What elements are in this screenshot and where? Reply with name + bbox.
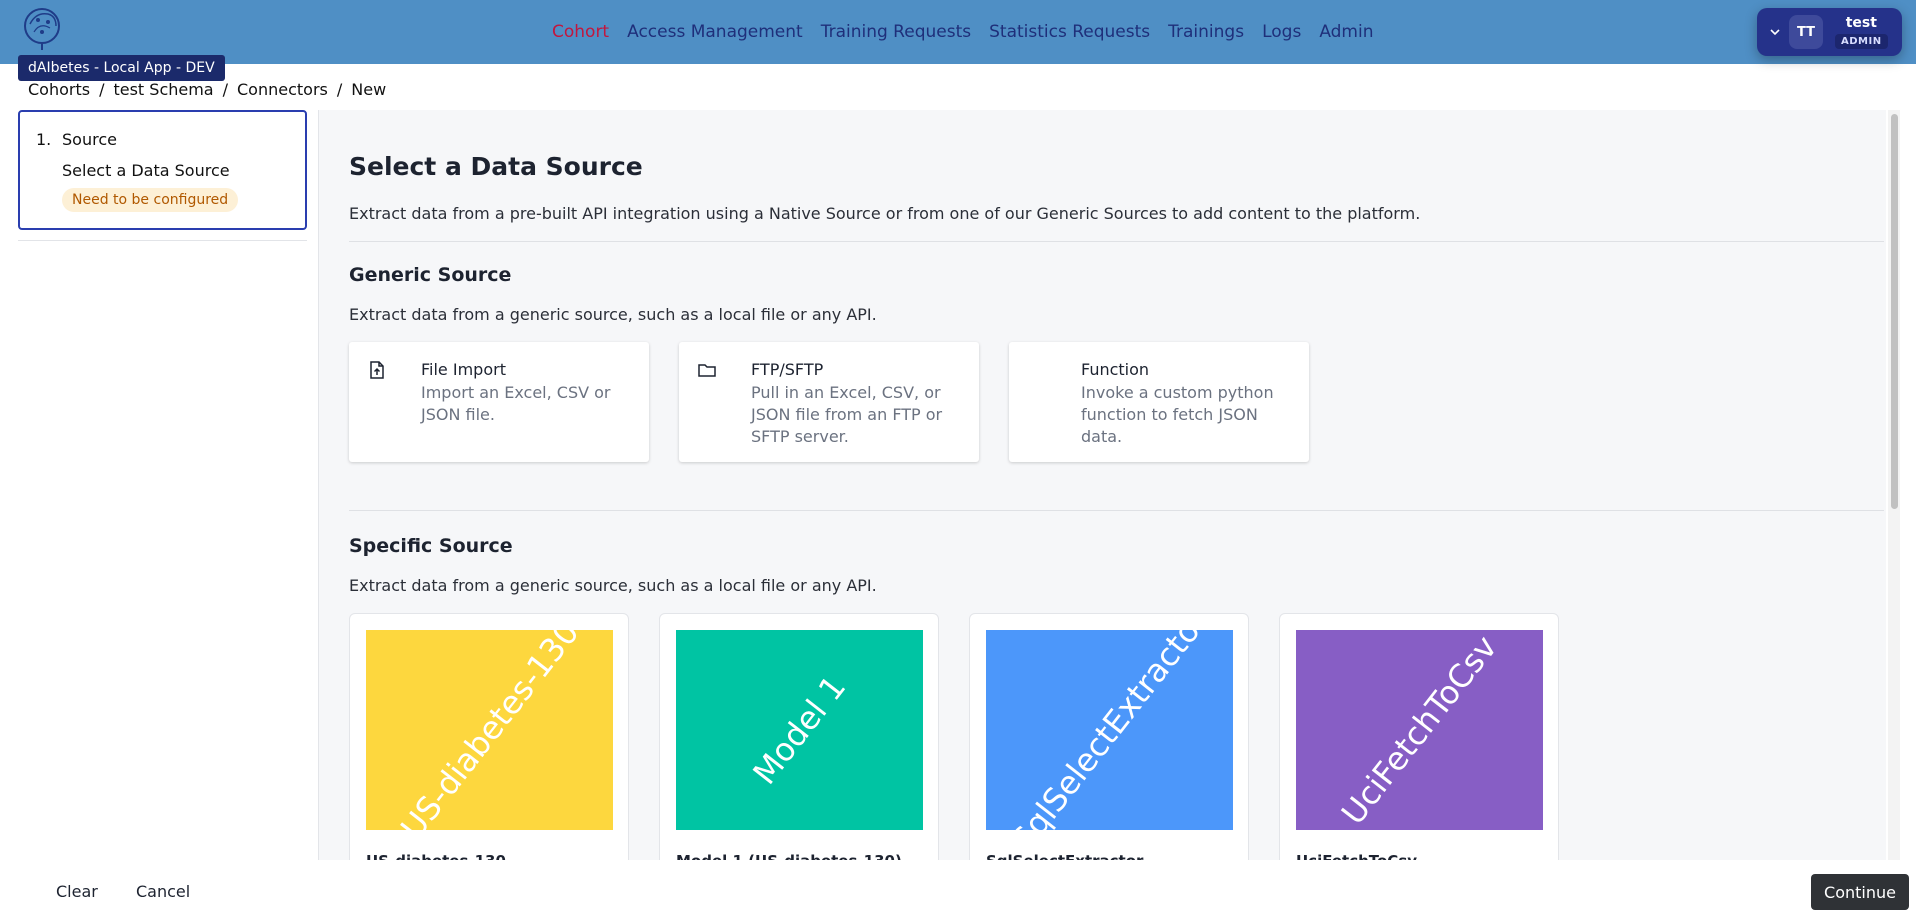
- user-menu[interactable]: TT test ADMIN: [1757, 8, 1902, 56]
- breadcrumb-separator: /: [99, 80, 105, 99]
- source-caption: Model 1 (US-diabetes-130): [676, 852, 902, 860]
- source-card-model-1[interactable]: Model 1 Model 1 (US-diabetes-130): [659, 613, 939, 860]
- daibetes-logo[interactable]: [20, 4, 72, 56]
- nav-access-management[interactable]: Access Management: [627, 22, 803, 42]
- source-tile: SqlSelectExtractor: [986, 630, 1233, 830]
- specific-source-subtitle: Extract data from a generic source, such…: [349, 576, 877, 595]
- generic-source-subtitle: Extract data from a generic source, such…: [349, 305, 877, 324]
- bottom-action-bar: [0, 860, 1916, 915]
- nav-statistics-requests[interactable]: Statistics Requests: [989, 22, 1150, 42]
- user-name: test: [1845, 15, 1877, 31]
- nav-logs[interactable]: Logs: [1262, 22, 1301, 42]
- avatar: TT: [1789, 15, 1823, 49]
- role-badge: ADMIN: [1835, 34, 1888, 49]
- main-scrollbar-thumb[interactable]: [1891, 114, 1898, 509]
- tile-label: SqlSelectExtractor: [1003, 630, 1216, 830]
- step-title: Source: [62, 130, 117, 149]
- step-subtitle: Select a Data Source: [62, 161, 230, 180]
- user-meta: test ADMIN: [1835, 15, 1888, 49]
- page-description: Extract data from a pre-built API integr…: [349, 204, 1421, 223]
- card-title: File Import: [421, 360, 506, 379]
- source-tile: Model 1: [676, 630, 923, 830]
- section-divider: [349, 510, 1884, 511]
- nav-training-requests[interactable]: Training Requests: [821, 22, 971, 42]
- tile-label: UciFetchToCsv: [1334, 630, 1505, 830]
- cancel-button[interactable]: Cancel: [136, 882, 190, 901]
- nav-cohort[interactable]: Cohort: [552, 22, 609, 42]
- top-navigation-bar: Cohort Access Management Training Reques…: [0, 0, 1916, 64]
- step-header: 1. Source: [36, 130, 305, 149]
- main-panel: Select a Data Source Extract data from a…: [318, 110, 1886, 860]
- step-source[interactable]: 1. Source Select a Data Source Need to b…: [18, 110, 307, 230]
- breadcrumb-separator: /: [336, 80, 343, 99]
- card-description: Pull in an Excel, CSV, or JSON file from…: [751, 383, 943, 446]
- breadcrumb-connectors[interactable]: Connectors: [237, 80, 328, 99]
- source-card-sqlselectextractor[interactable]: SqlSelectExtractor SqlSelectExtractor: [969, 613, 1249, 860]
- chevron-down-icon: [1770, 29, 1780, 36]
- breadcrumb: Cohorts / test Schema / Connectors / New: [28, 80, 386, 99]
- section-divider: [349, 241, 1884, 242]
- continue-button[interactable]: Continue: [1811, 874, 1909, 910]
- nav-admin[interactable]: Admin: [1319, 22, 1373, 42]
- tile-label: US-diabetes-130: [392, 630, 587, 830]
- specific-source-heading: Specific Source: [349, 535, 513, 557]
- sidebar-divider: [18, 240, 307, 241]
- breadcrumb-cohorts[interactable]: Cohorts: [28, 80, 90, 99]
- card-description: Invoke a custom python function to fetch…: [1081, 383, 1274, 446]
- file-upload-icon: [370, 361, 384, 379]
- breadcrumb-current: New: [351, 80, 387, 99]
- ftp-sftp-card[interactable]: FTP/SFTP Pull in an Excel, CSV, or JSON …: [679, 342, 979, 462]
- source-tile: UciFetchToCsv: [1296, 630, 1543, 830]
- source-caption: US-diabetes-130: [366, 852, 506, 860]
- card-description: Import an Excel, CSV or JSON file.: [421, 383, 611, 424]
- step-status-badge: Need to be configured: [62, 188, 239, 212]
- card-title: Function: [1081, 360, 1150, 379]
- source-caption: SqlSelectExtractor: [986, 852, 1143, 860]
- function-card[interactable]: Function Invoke a custom python function…: [1009, 342, 1309, 462]
- source-card-us-diabetes-130[interactable]: US-diabetes-130 US-diabetes-130: [349, 613, 629, 860]
- environment-badge: dAIbetes - Local App - DEV: [18, 55, 225, 81]
- file-import-card[interactable]: File Import Import an Excel, CSV or JSON…: [349, 342, 649, 462]
- source-caption: UciFetchToCsv: [1296, 852, 1417, 860]
- source-tile: US-diabetes-130: [366, 630, 613, 830]
- step-number: 1.: [36, 130, 52, 149]
- stepper-sidebar: 1. Source Select a Data Source Need to b…: [18, 110, 307, 241]
- card-title: FTP/SFTP: [751, 360, 824, 379]
- main-nav: Cohort Access Management Training Reques…: [552, 0, 1392, 64]
- nav-trainings[interactable]: Trainings: [1168, 22, 1244, 42]
- clear-button[interactable]: Clear: [56, 882, 98, 901]
- page-title: Select a Data Source: [349, 152, 643, 181]
- source-card-ucifetchtocsv[interactable]: UciFetchToCsv UciFetchToCsv: [1279, 613, 1559, 860]
- breadcrumb-schema[interactable]: test Schema: [113, 80, 213, 99]
- tile-label: Model 1: [745, 668, 854, 792]
- generic-source-heading: Generic Source: [349, 264, 512, 286]
- folder-icon: [698, 364, 716, 377]
- breadcrumb-separator: /: [222, 80, 228, 99]
